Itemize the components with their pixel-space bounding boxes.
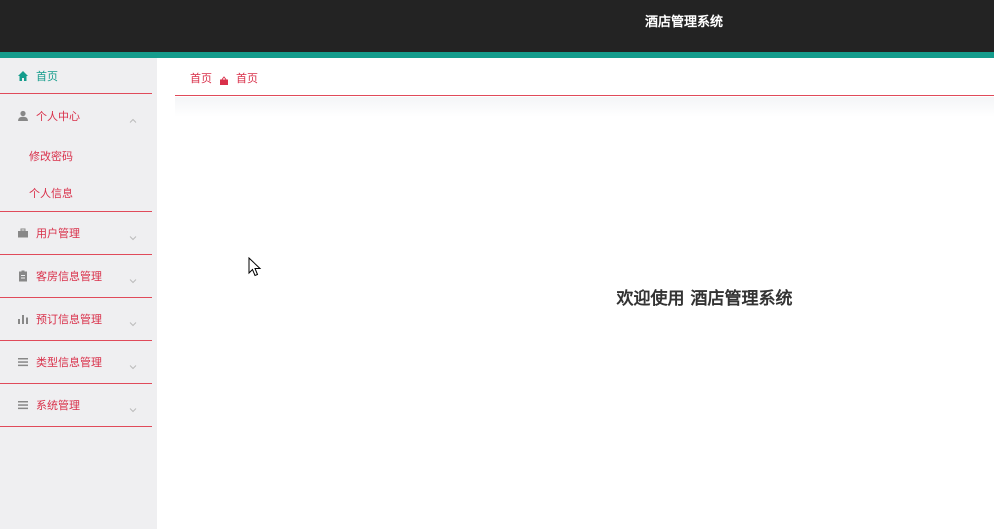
chevron-down-icon (128, 271, 138, 284)
main-content: 首页 首页 欢迎使用 酒店管理系统 (175, 58, 994, 529)
app-title: 酒店管理系统 (644, 15, 723, 30)
sidebar-item-room-info-management[interactable]: 客房信息管理 (0, 255, 152, 298)
app-window: 酒店管理系统 首页 个人中心 修改密码 个人信息 用户管理 客房信息管理 预订信… (0, 0, 994, 529)
welcome-message: 欢迎使用 酒店管理系统 (616, 289, 793, 309)
sidebar-item-label: 客房信息管理 (36, 270, 102, 283)
sidebar-item-label: 首页 (36, 69, 58, 83)
sidebar-item-label: 个人中心 (36, 109, 80, 123)
sidebar-subitem-label: 修改密码 (29, 149, 73, 163)
sidebar-item-label: 用户管理 (36, 227, 80, 240)
sidebar-item-type-info-management[interactable]: 类型信息管理 (0, 341, 152, 384)
bar-chart-icon (17, 313, 29, 325)
home-icon (17, 70, 29, 82)
sidebar-item-user-management[interactable]: 用户管理 (0, 212, 152, 255)
chevron-down-icon (128, 228, 138, 241)
chevron-down-icon (128, 314, 138, 327)
chevron-down-icon (128, 357, 138, 370)
sidebar-subitem-label: 个人信息 (29, 186, 73, 200)
sidebar-menu: 首页 个人中心 修改密码 个人信息 用户管理 客房信息管理 预订信息管理 类型信… (0, 58, 152, 427)
sidebar-item-home[interactable]: 首页 (0, 58, 152, 94)
chevron-up-icon (128, 111, 138, 123)
sidebar-subitem-change-password[interactable]: 修改密码 (0, 137, 152, 174)
chevron-down-icon (128, 400, 138, 413)
header-title-wrap: 酒店管理系统 (0, 0, 994, 46)
sidebar: 首页 个人中心 修改密码 个人信息 用户管理 客房信息管理 预订信息管理 类型信… (0, 58, 157, 529)
sidebar-subitem-personal-info[interactable]: 个人信息 (0, 174, 152, 211)
clipboard-icon (17, 270, 29, 282)
sidebar-item-personal-center[interactable]: 个人中心 (0, 94, 152, 137)
sidebar-item-label: 类型信息管理 (36, 356, 102, 369)
sidebar-item-booking-info-management[interactable]: 预订信息管理 (0, 298, 152, 341)
sidebar-item-system-management[interactable]: 系统管理 (0, 384, 152, 427)
sidebar-item-label: 系统管理 (36, 399, 80, 412)
welcome-wrap: 欢迎使用 酒店管理系统 (175, 58, 994, 529)
user-icon (17, 110, 29, 122)
list-icon (17, 356, 29, 368)
mouse-cursor-icon (248, 256, 262, 277)
top-header: 酒店管理系统 (0, 0, 994, 52)
briefcase-icon (17, 227, 29, 239)
sidebar-group-personal-center: 个人中心 修改密码 个人信息 (0, 94, 152, 212)
list-icon (17, 399, 29, 411)
sidebar-item-label: 预订信息管理 (36, 313, 102, 326)
